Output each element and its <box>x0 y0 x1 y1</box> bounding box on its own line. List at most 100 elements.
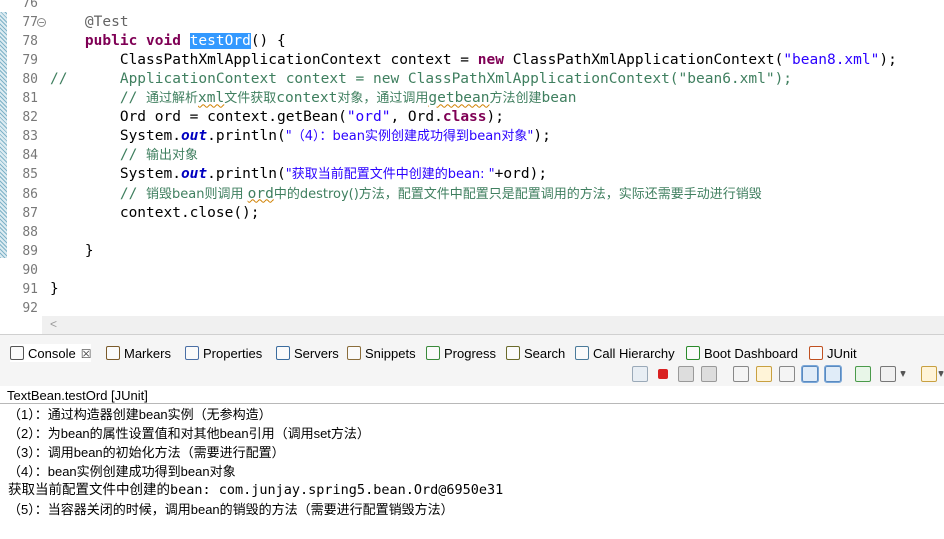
tab-servers[interactable]: Servers <box>276 344 339 364</box>
code-text[interactable]: // ApplicationContext context = new Clas… <box>50 70 792 89</box>
line-number: 77 <box>22 15 38 31</box>
code-token: @Test <box>50 14 129 31</box>
code-line[interactable]: 87 context.close(); <box>0 204 944 223</box>
code-token: // <box>50 185 147 202</box>
code-line[interactable]: 82 Ord ord = context.getBean("ord", Ord.… <box>0 108 944 127</box>
display-selected-console-icon[interactable] <box>880 366 896 382</box>
tab-markers[interactable]: Markers <box>106 344 171 364</box>
refresh-icon[interactable] <box>632 366 648 382</box>
code-line[interactable]: 88 <box>0 223 944 242</box>
tab-label: Properties <box>203 346 263 361</box>
code-token: 文件获取 <box>224 91 277 107</box>
code-text[interactable]: public void testOrd() { <box>50 32 286 51</box>
remove-launch-icon[interactable] <box>678 366 694 382</box>
console-output[interactable]: （1）：通过构造器创建bean实例（无参构造） （2）：为bean的属性设置值和对… <box>0 404 944 539</box>
code-token: System. <box>50 166 181 183</box>
clear-console-icon[interactable] <box>733 366 749 382</box>
code-line[interactable]: 79 ClassPathXmlApplicationContext contex… <box>0 51 944 70</box>
line-number: 89 <box>22 243 38 259</box>
open-console-dropdown-icon[interactable] <box>938 371 944 377</box>
tab-boot-dashboard[interactable]: Boot Dashboard <box>686 344 798 364</box>
display-selected-console-dropdown-icon[interactable] <box>900 371 906 377</box>
code-line[interactable]: 78 public void testOrd() { <box>0 32 944 51</box>
line-number: 84 <box>22 148 38 164</box>
scroll-lock-icon[interactable] <box>756 366 772 382</box>
remove-all-terminated-icon[interactable] <box>701 366 717 382</box>
console-icon <box>10 346 24 360</box>
code-text[interactable]: } <box>50 280 59 299</box>
tab-junit[interactable]: JUnit <box>809 344 857 364</box>
code-line[interactable]: 80 // ApplicationContext context = new Cl… <box>0 70 944 89</box>
code-token: "获取当前配置文件中创建的bean: " <box>285 167 495 183</box>
code-token: Ord ord = context.getBean( <box>50 109 347 126</box>
code-editor[interactable]: 76 77− @Test 78 public void testOrd() {79 … <box>0 0 944 316</box>
code-line[interactable]: 92 <box>0 299 944 316</box>
tab-label: Search <box>524 346 566 361</box>
console-output-line: （1）：通过构造器创建bean实例（无参构造） <box>8 407 272 422</box>
code-text[interactable]: System.out.println("获取当前配置文件中创建的bean: "+… <box>50 165 547 184</box>
code-token: xml <box>198 90 225 107</box>
code-line[interactable]: 86 // 销毁bean则调用 ord中的destroy()方法，配置文件中配置… <box>0 185 944 204</box>
code-line[interactable]: 85 System.out.println("获取当前配置文件中创建的bean:… <box>0 165 944 184</box>
junit-icon <box>809 346 823 360</box>
tab-snippets[interactable]: Snippets <box>347 344 416 364</box>
horizontal-scrollbar[interactable]: < <box>42 316 944 334</box>
code-text[interactable]: // 输出对象 <box>50 146 198 165</box>
tab-label: Console <box>28 346 76 361</box>
console-toolbar <box>0 362 944 388</box>
line-number: 81 <box>22 91 38 107</box>
code-token: 方法创建 <box>489 91 542 107</box>
console-output-line: 获取当前配置文件中创建的bean: com.junjay.spring5.bea… <box>8 482 504 498</box>
close-icon[interactable]: ☒ <box>81 347 92 361</box>
scroll-left-arrow-icon[interactable]: < <box>50 317 57 331</box>
code-line[interactable]: 77− @Test <box>0 13 944 32</box>
tab-search[interactable]: Search <box>506 344 565 364</box>
show-on-stdout-icon[interactable] <box>801 365 819 383</box>
code-text[interactable]: System.out.println("（4）：bean实例创建成功得到bean… <box>50 127 551 146</box>
markers-icon <box>106 346 120 360</box>
console-output-line: （4）：bean实例创建成功得到bean对象 <box>8 464 236 479</box>
code-line[interactable]: 83 System.out.println("（4）：bean实例创建成功得到b… <box>0 127 944 146</box>
code-token: } <box>50 242 94 259</box>
line-number: 80 <box>22 72 38 88</box>
search-icon <box>506 346 520 360</box>
code-line[interactable]: 91} <box>0 280 944 299</box>
code-line[interactable]: 90 <box>0 261 944 280</box>
tab-label: Markers <box>124 346 171 361</box>
code-text[interactable]: // 销毁bean则调用 ord中的destroy()方法，配置文件中配置只是配… <box>50 185 762 204</box>
open-console-icon[interactable] <box>921 366 937 382</box>
code-line[interactable]: 76 <box>0 0 944 13</box>
code-text[interactable]: @Test <box>50 13 129 32</box>
code-text[interactable]: } <box>50 242 94 261</box>
tab-progress[interactable]: Progress <box>426 344 496 364</box>
code-token: 中的destroy()方法，配置文件中配置只是配置调用的方法，实际还需要手动进行… <box>273 186 762 202</box>
word-wrap-icon[interactable] <box>779 366 795 382</box>
tab-label: Progress <box>444 346 497 361</box>
tab-console[interactable]: Console ☒ <box>10 344 92 364</box>
progress-icon <box>426 346 440 360</box>
fold-toggle-icon[interactable]: − <box>37 18 46 28</box>
code-text[interactable]: ClassPathXmlApplicationContext context =… <box>50 51 897 70</box>
code-text[interactable]: // 通过解析xml文件获取context对象，通过调用getbean方法创建b… <box>50 89 577 108</box>
tab-properties[interactable]: Properties <box>185 344 262 364</box>
line-number: 86 <box>22 186 38 202</box>
code-token: 输出对象 <box>146 148 199 164</box>
code-token: , Ord. <box>390 109 443 126</box>
console-output-line: （2）：为bean的属性设置值和对其他bean引用（调用set方法） <box>8 426 370 441</box>
code-line[interactable]: 84 // 输出对象 <box>0 146 944 165</box>
code-token: context.close(); <box>50 204 260 221</box>
line-number: 76 <box>22 0 38 11</box>
line-number: 79 <box>22 53 38 69</box>
code-line[interactable]: 89 } <box>0 242 944 261</box>
code-token: void <box>146 33 181 50</box>
terminate-icon[interactable] <box>658 369 668 379</box>
line-number: 83 <box>22 129 38 145</box>
boot-dashboard-icon <box>686 346 700 360</box>
code-text[interactable]: Ord ord = context.getBean("ord", Ord.cla… <box>50 108 504 127</box>
code-line[interactable]: 81 // 通过解析xml文件获取context对象，通过调用getbean方法… <box>0 89 944 108</box>
pin-console-icon[interactable] <box>855 366 871 382</box>
servers-icon <box>276 346 290 360</box>
tab-call-hierarchy[interactable]: Call Hierarchy <box>575 344 675 364</box>
show-on-stderr-icon[interactable] <box>824 365 842 383</box>
code-text[interactable]: context.close(); <box>50 204 260 223</box>
